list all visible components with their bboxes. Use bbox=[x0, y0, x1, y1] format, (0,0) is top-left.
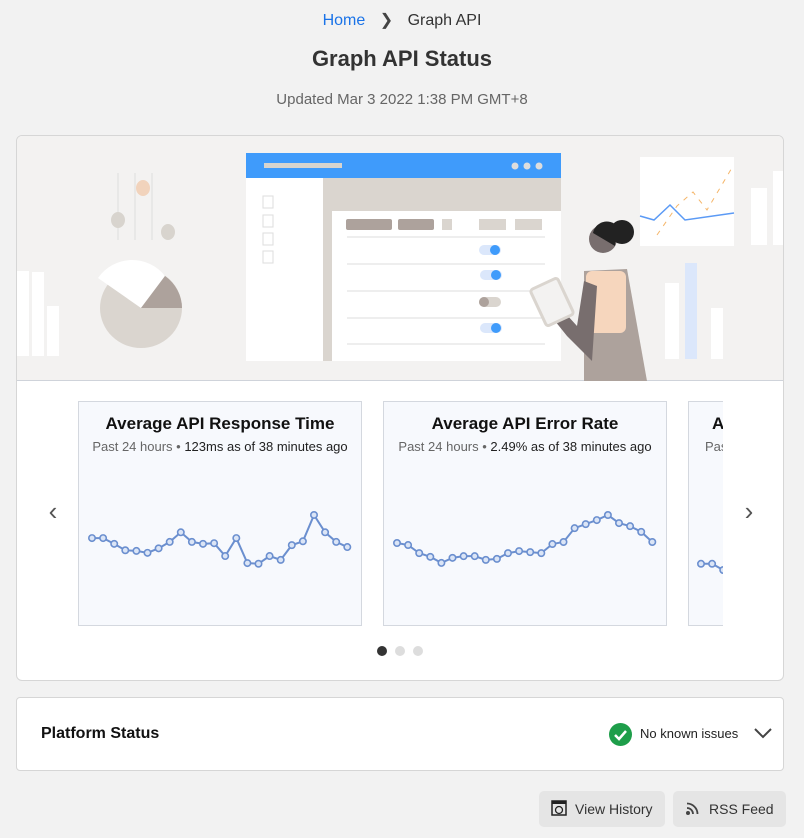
data-point bbox=[254, 559, 263, 568]
series-line bbox=[92, 512, 348, 565]
breadcrumb-current: Graph API bbox=[407, 12, 482, 29]
data-point bbox=[165, 537, 174, 546]
data-point bbox=[276, 555, 285, 564]
series-line bbox=[396, 513, 653, 565]
data-point bbox=[626, 522, 635, 531]
data-point bbox=[110, 539, 119, 548]
view-history-label: View History bbox=[575, 801, 653, 817]
card-title: A bbox=[712, 414, 723, 434]
carousel-dot-2[interactable] bbox=[395, 646, 405, 656]
data-point bbox=[121, 546, 130, 555]
data-point bbox=[719, 566, 723, 574]
carousel-prev-button[interactable]: ‹ bbox=[41, 496, 65, 527]
metrics-panel: ‹ Average API Response Time Past 24 hour… bbox=[16, 135, 784, 681]
platform-status-section[interactable]: Platform Status No known issues bbox=[16, 697, 784, 771]
card-subtitle: Past 24 hours • 2.49% as of 38 minutes a… bbox=[398, 439, 652, 454]
data-point bbox=[459, 552, 468, 561]
data-point bbox=[526, 548, 535, 557]
data-point bbox=[199, 539, 208, 548]
card-title: Average API Response Time bbox=[105, 414, 335, 433]
data-point bbox=[548, 540, 557, 549]
card-subtitle: Past 24 hours • 123ms as of 38 minutes a… bbox=[92, 439, 348, 454]
check-circle-icon bbox=[609, 723, 632, 746]
data-point bbox=[697, 559, 706, 568]
history-icon bbox=[551, 799, 567, 819]
metric-card-response-time[interactable]: Average API Response Time Past 24 hours … bbox=[78, 401, 362, 626]
data-point bbox=[99, 534, 108, 543]
data-point bbox=[187, 537, 196, 546]
carousel-dot-3[interactable] bbox=[413, 646, 423, 656]
chart-third bbox=[697, 559, 723, 574]
data-point bbox=[515, 547, 524, 556]
data-point bbox=[332, 537, 341, 546]
card-title: Average API Error Rate bbox=[431, 414, 619, 433]
data-point bbox=[648, 538, 657, 547]
data-point bbox=[404, 541, 413, 550]
page-title: Graph API Status bbox=[311, 46, 493, 71]
data-point bbox=[426, 552, 435, 561]
data-point bbox=[504, 549, 513, 558]
carousel-dot-1[interactable] bbox=[377, 646, 387, 656]
data-point bbox=[321, 528, 330, 537]
card-subtitle: Pas bbox=[705, 439, 723, 454]
chevron-left-icon: ‹ bbox=[48, 496, 58, 526]
data-point bbox=[88, 534, 97, 543]
rss-feed-button[interactable]: RSS Feed bbox=[673, 791, 786, 827]
chart-error-rate bbox=[393, 511, 657, 567]
data-point bbox=[637, 527, 646, 536]
platform-status-label: Platform Status bbox=[41, 725, 160, 742]
carousel-pagination bbox=[377, 646, 423, 656]
data-point bbox=[581, 520, 590, 529]
carousel-next-button[interactable]: › bbox=[737, 496, 761, 527]
data-point bbox=[448, 553, 457, 562]
data-point bbox=[298, 537, 307, 546]
data-point bbox=[287, 541, 296, 550]
data-point bbox=[708, 559, 717, 568]
carousel-viewport: Average API Response Time Past 24 hours … bbox=[78, 401, 723, 627]
chevron-right-icon: › bbox=[744, 496, 754, 526]
breadcrumb: Home ❯ Graph API bbox=[0, 10, 804, 30]
platform-status-text: No known issues bbox=[640, 726, 739, 741]
updated-timestamp: Updated Mar 3 2022 1:38 PM GMT+8 bbox=[276, 91, 528, 108]
data-point bbox=[603, 511, 612, 520]
metric-card-third[interactable]: A Pas bbox=[688, 401, 723, 626]
chevron-right-icon: ❯ bbox=[379, 12, 394, 29]
data-point bbox=[154, 544, 163, 553]
metric-card-error-rate[interactable]: Average API Error Rate Past 24 hours • 2… bbox=[383, 401, 667, 626]
data-point bbox=[310, 510, 319, 519]
data-point bbox=[176, 528, 185, 537]
breadcrumb-home-link[interactable]: Home bbox=[323, 12, 366, 29]
data-point bbox=[393, 539, 402, 548]
data-point bbox=[232, 534, 241, 543]
rss-icon bbox=[685, 800, 701, 819]
data-point bbox=[143, 548, 152, 557]
view-history-button[interactable]: View History bbox=[539, 791, 665, 827]
data-point bbox=[132, 546, 141, 555]
data-point bbox=[570, 524, 579, 533]
data-point bbox=[615, 519, 624, 528]
data-point bbox=[537, 549, 546, 558]
data-point bbox=[559, 538, 568, 547]
data-point bbox=[343, 543, 352, 552]
data-point bbox=[492, 554, 501, 563]
chart-response-time bbox=[88, 510, 352, 568]
data-point bbox=[470, 552, 479, 561]
banner-illustration bbox=[17, 136, 783, 381]
rss-feed-label: RSS Feed bbox=[709, 801, 774, 817]
data-point bbox=[592, 516, 601, 525]
data-point bbox=[221, 552, 230, 561]
data-point bbox=[265, 552, 274, 561]
data-point bbox=[243, 559, 252, 568]
data-point bbox=[437, 558, 446, 567]
data-point bbox=[481, 555, 490, 564]
data-point bbox=[210, 539, 219, 548]
chevron-down-icon[interactable] bbox=[753, 725, 773, 746]
data-point bbox=[415, 549, 424, 558]
